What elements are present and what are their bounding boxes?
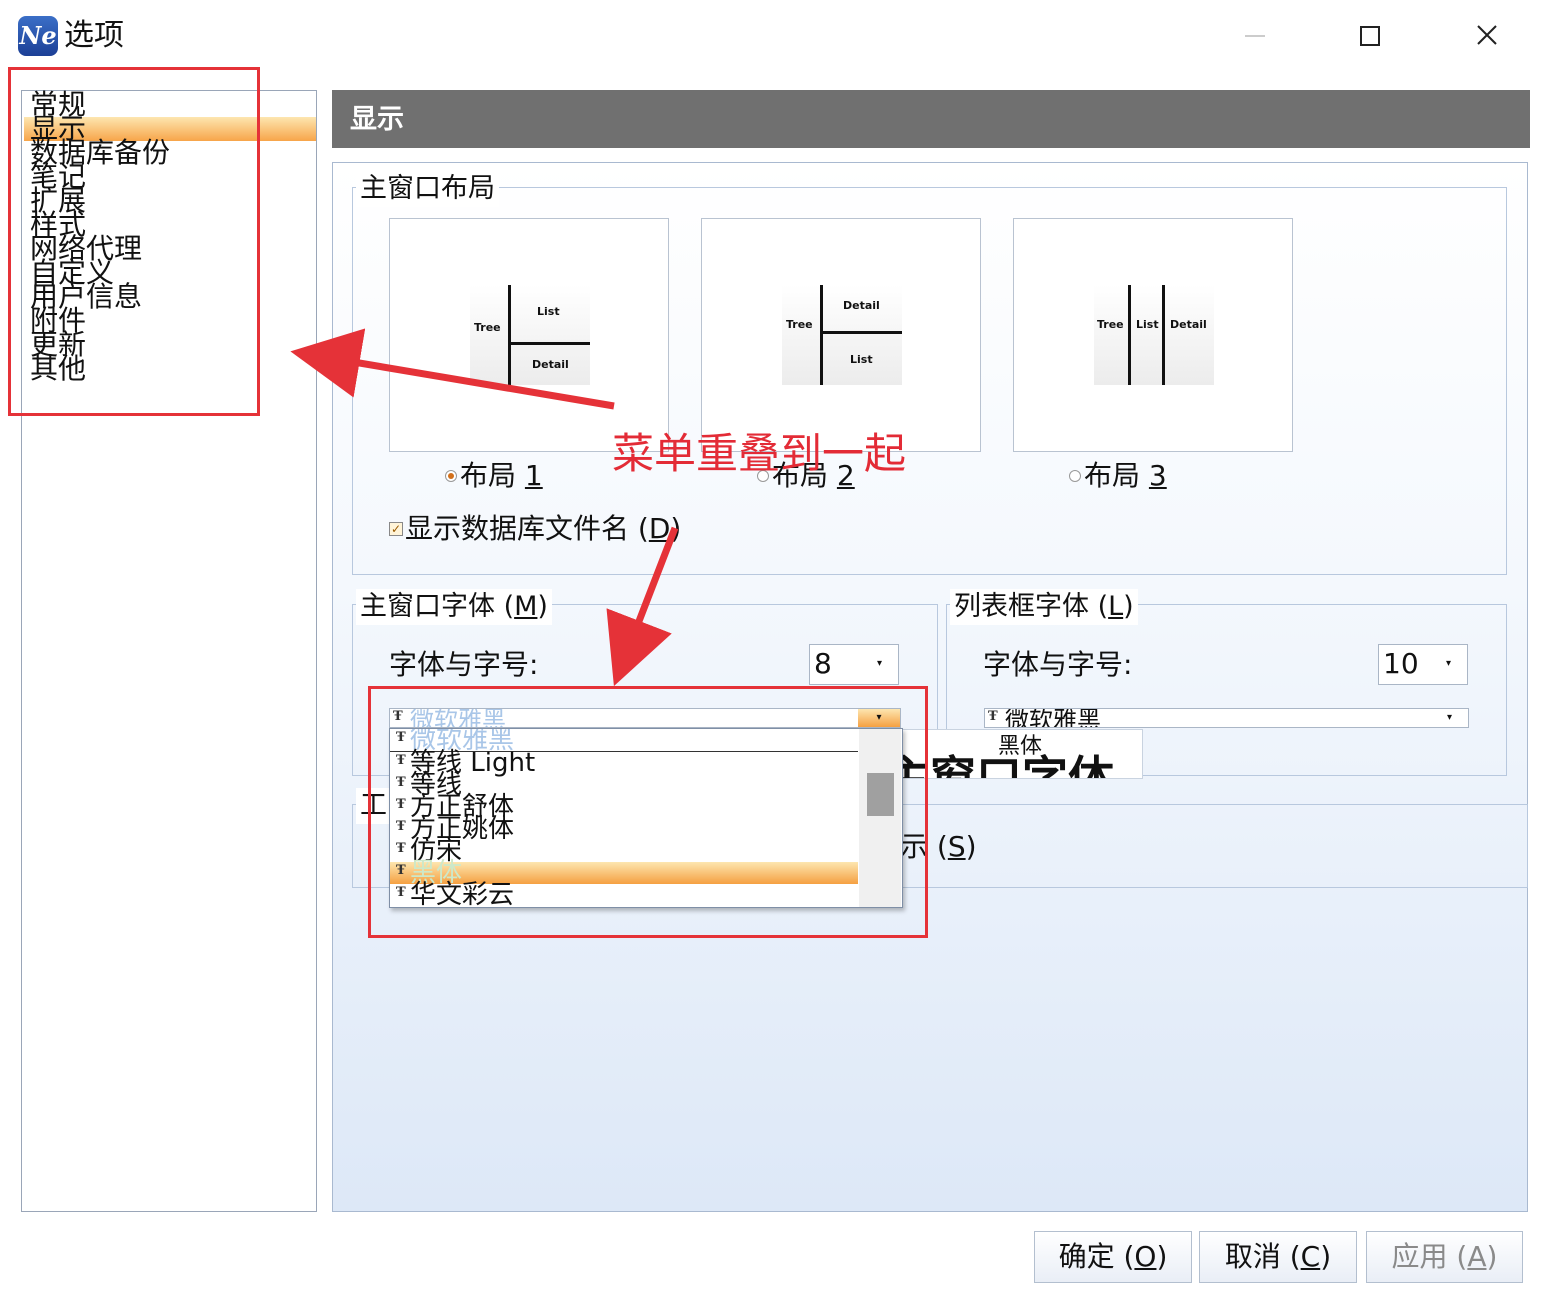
annotation-arrow-to-nav	[290, 328, 615, 410]
annotation-text: 菜单重叠到一起	[612, 429, 907, 478]
annotation-arrows	[290, 328, 679, 687]
annotation-arrow-to-dropdown	[606, 526, 679, 687]
